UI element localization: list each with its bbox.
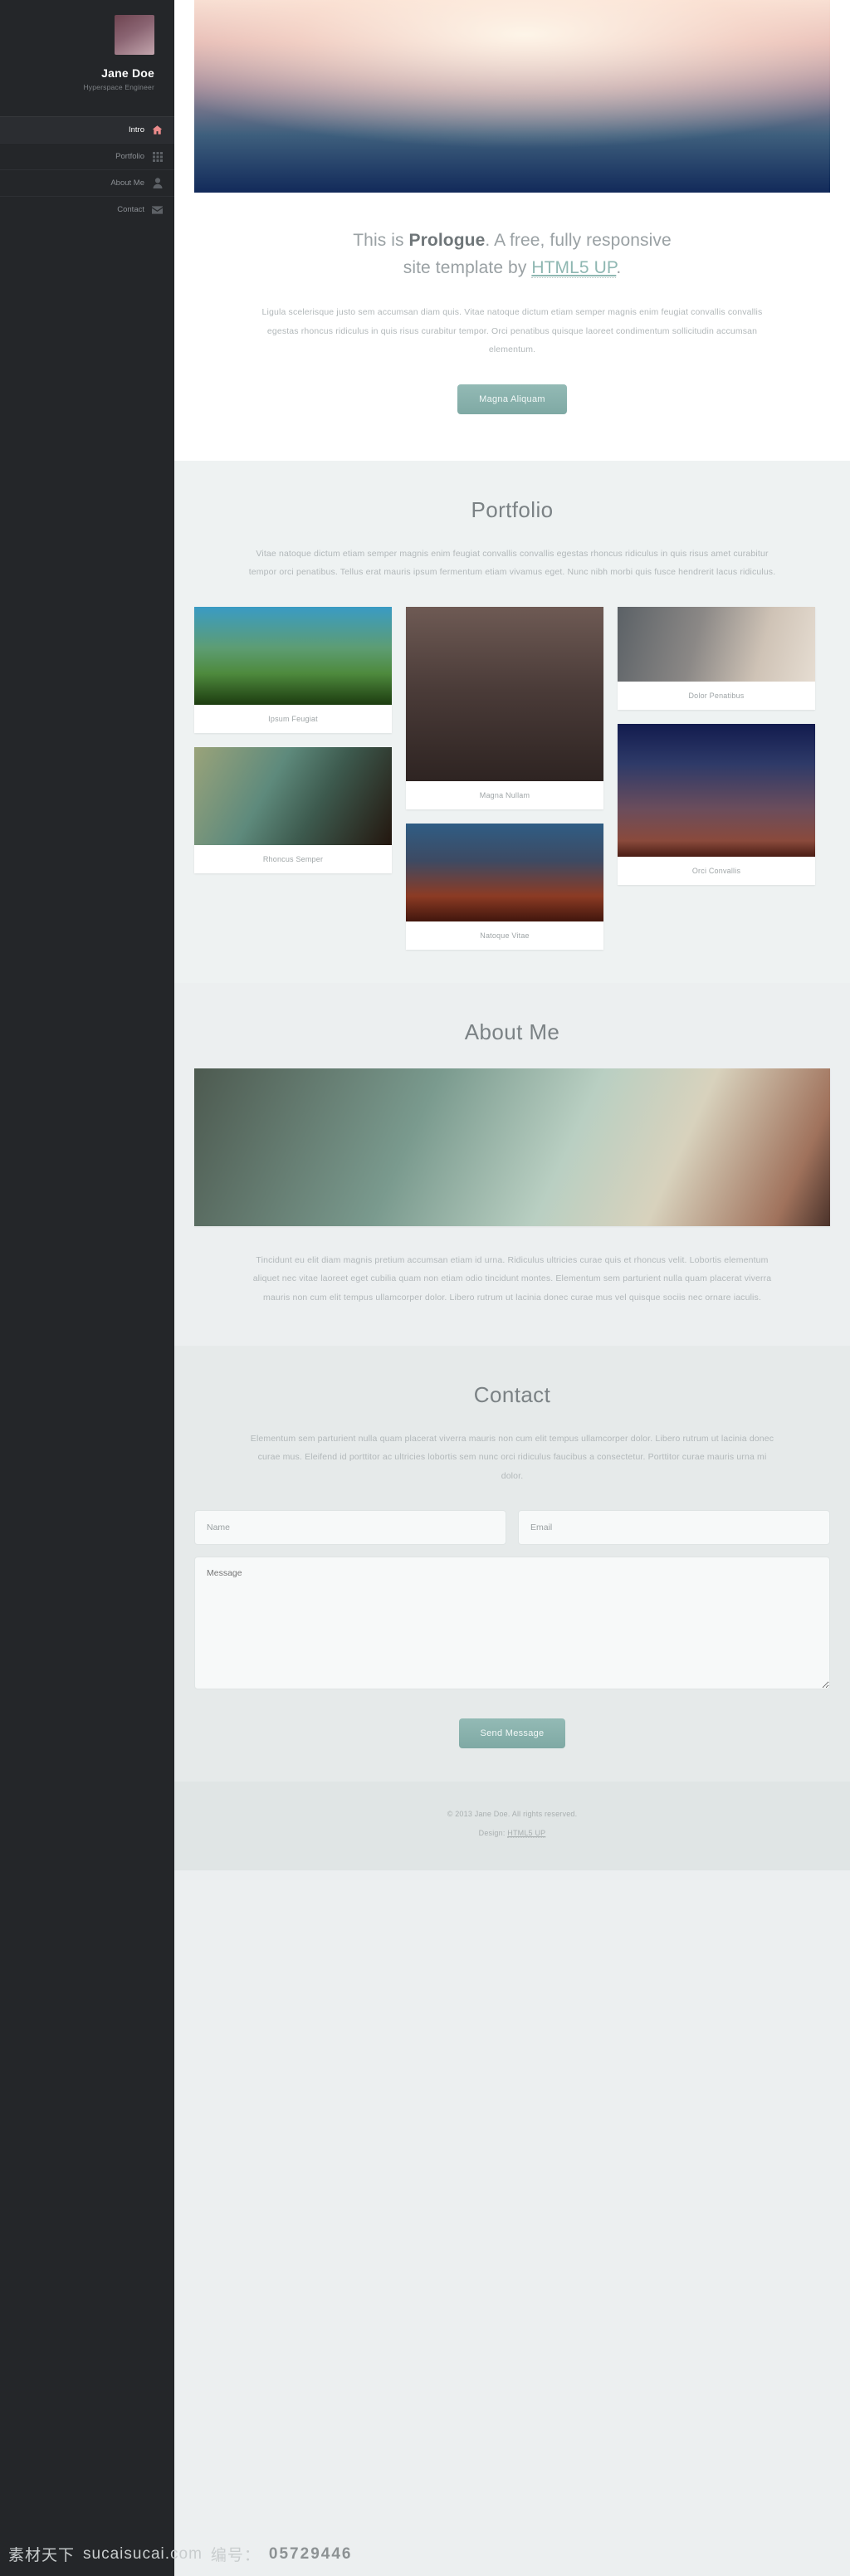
intro-heading-suffix: . <box>616 257 622 277</box>
sidebar-item-label: Portfolio <box>115 152 144 161</box>
intro-heading-middle: . A free, fully responsive <box>485 231 672 250</box>
user-icon <box>152 178 163 188</box>
portfolio-item[interactable]: Orci Convallis <box>618 723 815 885</box>
magna-aliquam-button[interactable]: Magna Aliquam <box>457 384 567 414</box>
portfolio-thumbnail <box>406 606 603 781</box>
about-title: About Me <box>464 1019 560 1044</box>
portfolio-item[interactable]: Ipsum Feugiat <box>194 606 392 733</box>
intro-heading: This is Prologue. A free, fully responsi… <box>194 227 830 281</box>
sidebar-item-label: Intro <box>128 125 144 134</box>
section-contact: Contact Elementum sem parturient nulla q… <box>174 1345 850 1782</box>
contact-form: Send Message <box>194 1510 830 1749</box>
intro-heading-line2-prefix: site template by <box>403 257 532 277</box>
sidebar-item-contact[interactable]: Contact <box>0 196 174 222</box>
home-icon <box>152 125 163 135</box>
sidebar-item-label: About Me <box>110 178 144 188</box>
about-banner-image <box>194 1068 830 1226</box>
portfolio-caption: Orci Convallis <box>691 866 741 875</box>
email-input[interactable] <box>518 1510 830 1546</box>
sidebar-item-about-me[interactable]: About Me <box>0 169 174 196</box>
portfolio-column-3: Dolor Penatibus Orci Convallis <box>618 606 815 885</box>
section-intro: This is Prologue. A free, fully responsi… <box>174 0 850 461</box>
name-input[interactable] <box>194 1510 506 1546</box>
sidebar-nav: Intro Portfolio About Me Contact <box>0 116 174 222</box>
message-textarea[interactable] <box>194 1557 830 1690</box>
portfolio-thumbnail <box>618 723 815 857</box>
portfolio-item[interactable]: Magna Nullam <box>406 606 603 809</box>
intro-banner-image <box>194 0 830 193</box>
send-message-button[interactable]: Send Message <box>458 1718 566 1749</box>
sidebar-profile: Jane Doe Hyperspace Engineer <box>0 0 174 113</box>
portfolio-title: Portfolio <box>471 496 554 522</box>
profile-role: Hyperspace Engineer <box>83 83 154 91</box>
portfolio-column-1: Ipsum Feugiat Rhoncus Semper <box>194 606 392 873</box>
footer: © 2013 Jane Doe. All rights reserved. De… <box>174 1782 850 1871</box>
avatar <box>115 15 154 55</box>
about-paragraph: Tincidunt eu elit diam magnis pretium ac… <box>252 1254 772 1303</box>
contact-paragraph: Elementum sem parturient nulla quam plac… <box>250 1433 774 1481</box>
contact-title: Contact <box>473 1381 551 1407</box>
html5up-link[interactable]: HTML5 UP <box>531 257 617 278</box>
portfolio-thumbnail <box>194 606 392 705</box>
portfolio-item[interactable]: Rhoncus Semper <box>194 746 392 873</box>
portfolio-paragraph: Vitae natoque dictum etiam semper magnis… <box>248 548 776 578</box>
portfolio-thumbnail <box>406 823 603 921</box>
sidebar: Jane Doe Hyperspace Engineer Intro Portf… <box>0 0 174 2576</box>
sidebar-item-label: Contact <box>117 205 144 214</box>
main-content: This is Prologue. A free, fully responsi… <box>174 0 850 2576</box>
portfolio-caption: Magna Nullam <box>479 790 530 799</box>
sidebar-item-intro[interactable]: Intro <box>0 116 174 143</box>
envelope-icon <box>152 204 163 215</box>
portfolio-item[interactable]: Natoque Vitae <box>406 823 603 950</box>
intro-heading-prefix: This is <box>353 231 409 250</box>
portfolio-thumbnail <box>194 746 392 845</box>
portfolio-caption: Dolor Penatibus <box>688 691 745 700</box>
footer-html5up-link[interactable]: HTML5 UP <box>507 1829 546 1839</box>
portfolio-thumbnail <box>618 606 815 682</box>
footer-copyright: © 2013 Jane Doe. All rights reserved. <box>447 1810 578 1819</box>
portfolio-caption: Ipsum Feugiat <box>268 714 318 723</box>
portfolio-column-2: Magna Nullam Natoque Vitae <box>406 606 603 950</box>
grid-icon <box>152 151 163 162</box>
sidebar-item-portfolio[interactable]: Portfolio <box>0 143 174 169</box>
contact-form-row <box>194 1510 830 1546</box>
portfolio-grid: Ipsum Feugiat Rhoncus Semper Magna Nulla… <box>194 606 830 950</box>
section-about: About Me Tincidunt eu elit diam magnis p… <box>174 982 850 1346</box>
portfolio-caption: Natoque Vitae <box>480 931 530 940</box>
profile-name: Jane Doe <box>101 66 154 80</box>
portfolio-caption: Rhoncus Semper <box>262 854 324 863</box>
section-portfolio: Portfolio Vitae natoque dictum etiam sem… <box>174 460 850 983</box>
portfolio-item[interactable]: Dolor Penatibus <box>618 606 815 710</box>
intro-heading-brand: Prologue <box>408 231 486 250</box>
footer-design-prefix: Design: <box>478 1829 508 1838</box>
footer-design: Design: HTML5 UP <box>194 1829 830 1839</box>
intro-paragraph: Ligula scelerisque justo sem accumsan di… <box>261 307 763 355</box>
